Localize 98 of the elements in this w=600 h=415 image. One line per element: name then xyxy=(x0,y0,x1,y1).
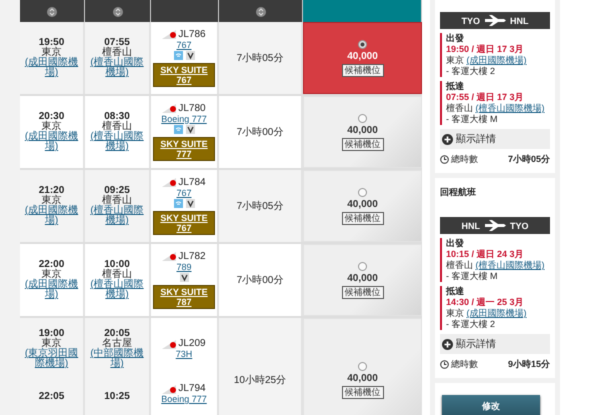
sky-suite-badge[interactable]: SKY SUITE 777 xyxy=(153,136,215,160)
aircraft-link[interactable]: 767 xyxy=(176,188,192,198)
route-banner: TYO HNL xyxy=(440,12,550,29)
miles-price: 40,000 xyxy=(347,124,378,136)
arrival-time: 20:05 xyxy=(104,329,130,339)
airport-link[interactable]: (成田國際機場) xyxy=(23,58,80,78)
total-label: 總時數 xyxy=(451,153,478,166)
airport-link[interactable]: (中部國際機場) xyxy=(88,349,146,369)
airport-link[interactable]: (成田國際機場) xyxy=(23,206,80,226)
terminal-text: - 客運大樓 M xyxy=(446,271,498,282)
airport-link[interactable]: (檀香山國際機場) xyxy=(88,280,146,300)
flight-number: JL794 xyxy=(178,384,206,394)
details-toggle[interactable]: 顯示詳情 xyxy=(440,129,550,149)
section-title: 回程航班 xyxy=(435,178,555,205)
miles-price: 40,000 xyxy=(347,198,378,210)
sky-suite-badge[interactable]: SKY SUITE 767 xyxy=(153,62,215,86)
fare-option[interactable]: 40,000 候補機位 xyxy=(303,96,422,168)
fare-option[interactable]: 40,000 候補機位 xyxy=(303,318,422,415)
waitlist-button[interactable]: 候補機位 xyxy=(342,64,384,76)
flight-duration: 7小時00分 xyxy=(236,126,284,139)
airport-link[interactable]: (東京羽田國際機場) xyxy=(23,349,80,369)
airport-link[interactable]: (成田國際機場) xyxy=(466,308,527,318)
flight-number: JL786 xyxy=(178,30,206,40)
terminal-text: - 客運大樓 2 xyxy=(446,66,496,77)
city-name: 東京 xyxy=(42,122,62,132)
fare-option[interactable]: 40,000 候補機位 xyxy=(303,22,422,94)
arrival-time: 10:25 xyxy=(104,392,130,402)
stop-label: 出發 xyxy=(446,33,465,44)
stop-time: 14:30 / 週一 25 3月 xyxy=(446,297,525,308)
aircraft-link[interactable]: Boeing 777 xyxy=(161,394,207,404)
flight-number: JL782 xyxy=(178,252,206,262)
airport-link[interactable]: (檀香山國際機場) xyxy=(88,206,146,226)
stop-label: 出發 xyxy=(446,238,465,249)
flight-number: JL784 xyxy=(178,178,206,188)
city-name: 東京 xyxy=(42,270,62,280)
departure-time: 21:20 xyxy=(38,186,64,196)
flight-duration: 7小時05分 xyxy=(236,200,284,213)
city-name: 檀香山 xyxy=(446,260,474,270)
airport-link[interactable]: (檀香山國際機場) xyxy=(88,132,146,152)
terminal-text: - 客運大樓 2 xyxy=(446,319,496,330)
city-name: 東京 xyxy=(446,308,465,318)
flight-number: JL209 xyxy=(178,339,206,349)
city-name: 檀香山 xyxy=(102,270,132,280)
departure-time: 19:00 xyxy=(38,329,64,339)
waitlist-button[interactable]: 候補機位 xyxy=(342,386,384,398)
total-duration: 7小時05分 xyxy=(508,153,550,166)
stop-label: 抵達 xyxy=(446,286,465,297)
city-name: 東京 xyxy=(446,55,465,65)
aircraft-link[interactable]: Boeing 777 xyxy=(161,114,207,124)
miles-price: 40,000 xyxy=(347,50,378,62)
waitlist-button[interactable]: 候補機位 xyxy=(342,212,384,224)
airport-link[interactable]: (成田國際機場) xyxy=(23,280,80,300)
departure-time: 20:30 xyxy=(38,112,64,122)
city-name: 檀香山 xyxy=(446,103,474,113)
airport-link[interactable]: (成田國際機場) xyxy=(23,132,80,152)
fare-option[interactable]: 40,000 候補機位 xyxy=(303,244,422,316)
city-name: 名古屋 xyxy=(102,339,132,349)
stop-time: 07:55 / 週日 17 3月 xyxy=(446,92,525,103)
miles-price: 40,000 xyxy=(347,272,378,284)
city-name: 檀香山 xyxy=(102,48,132,58)
arrival-time: 07:55 xyxy=(104,38,130,48)
arrival-time: 08:30 xyxy=(104,112,130,122)
city-name: 東京 xyxy=(42,339,62,349)
total-label: 總時數 xyxy=(451,358,478,371)
aircraft-link[interactable]: 73H xyxy=(176,349,192,359)
city-name: 檀香山 xyxy=(102,122,132,132)
airport-link[interactable]: (檀香山國際機場) xyxy=(88,58,146,78)
aircraft-link[interactable]: 789 xyxy=(176,262,192,272)
sky-suite-badge[interactable]: SKY SUITE 767 xyxy=(153,210,215,234)
airport-link[interactable]: (檀香山國際機場) xyxy=(476,260,545,270)
airport-link[interactable]: (成田國際機場) xyxy=(466,55,527,65)
waitlist-button[interactable]: 候補機位 xyxy=(342,286,384,298)
city-name: 東京 xyxy=(42,196,62,206)
stop-time: 19:50 / 週日 17 3月 xyxy=(446,44,525,55)
waitlist-button[interactable]: 候補機位 xyxy=(342,138,384,150)
arrival-time: 10:00 xyxy=(104,260,130,270)
fare-option[interactable]: 40,000 候補機位 xyxy=(303,170,422,242)
city-name: 檀香山 xyxy=(102,196,132,206)
modify-button[interactable]: 修改 xyxy=(442,395,540,415)
city-name: 東京 xyxy=(42,48,62,58)
flight-duration: 7小時05分 xyxy=(236,52,284,65)
miles-price: 40,000 xyxy=(347,372,378,384)
airport-link[interactable]: (檀香山國際機場) xyxy=(476,103,545,113)
flight-number: JL780 xyxy=(178,104,206,114)
stop-label: 抵達 xyxy=(446,81,465,92)
arrival-time: 09:25 xyxy=(104,186,130,196)
total-duration: 9小時15分 xyxy=(508,358,550,371)
departure-time: 22:00 xyxy=(38,260,64,270)
flight-duration: 10小時25分 xyxy=(234,374,286,387)
route-banner: HNL TYO xyxy=(440,217,550,234)
departure-time: 22:05 xyxy=(38,392,64,402)
details-toggle[interactable]: 顯示詳情 xyxy=(440,334,550,354)
flight-duration: 7小時00分 xyxy=(236,274,284,287)
sky-suite-badge[interactable]: SKY SUITE 787 xyxy=(153,284,215,308)
terminal-text: - 客運大樓 M xyxy=(446,114,498,125)
aircraft-link[interactable]: 767 xyxy=(176,40,192,50)
departure-time: 19:50 xyxy=(38,38,64,48)
stop-time: 10:15 / 週日 24 3月 xyxy=(446,249,525,260)
